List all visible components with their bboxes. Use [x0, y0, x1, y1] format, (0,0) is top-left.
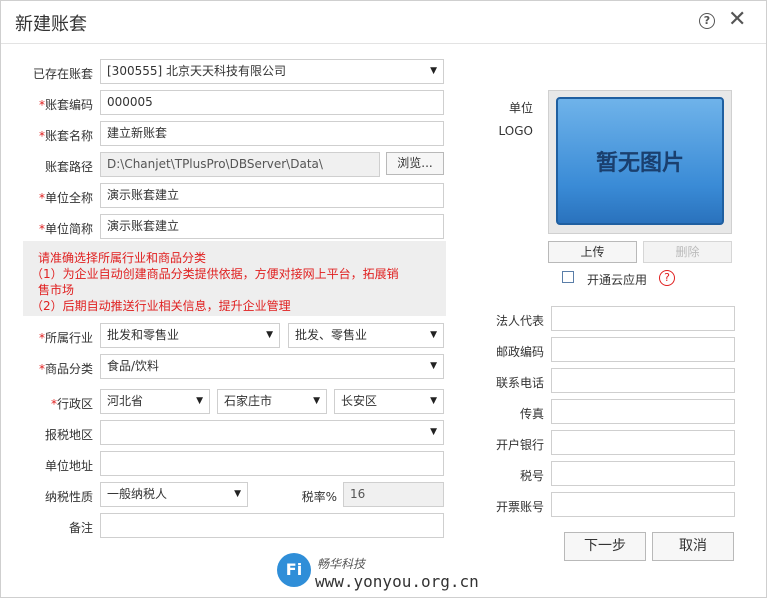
- account-name-label: *账套名称: [38, 129, 93, 143]
- product-category-select[interactable]: 食品/饮料: [100, 354, 444, 379]
- district-value: 长安区: [341, 394, 378, 408]
- close-icon[interactable]: ✕: [728, 7, 746, 33]
- account-path-value: D:\Chanjet\TPlusPro\DBServer\Data\: [107, 157, 323, 171]
- unit-address-input[interactable]: [100, 451, 444, 476]
- city-select[interactable]: 石家庄市: [217, 389, 327, 414]
- tax-nature-label: 纳税性质: [44, 490, 93, 504]
- help-icon[interactable]: ?: [699, 13, 715, 29]
- remark-label: 备注: [68, 521, 93, 535]
- dialog-title: 新建账套: [15, 14, 87, 35]
- unit-shortname-value: 演示账套建立: [107, 219, 180, 233]
- province-value: 河北省: [107, 394, 144, 408]
- watermark-brand: 畅华科技: [317, 557, 366, 571]
- unit-address-label: 单位地址: [44, 459, 93, 473]
- city-value: 石家庄市: [224, 394, 273, 408]
- unit-shortname-label: *单位简称: [38, 222, 93, 236]
- legal-rep-label: 法人代表: [495, 314, 544, 328]
- district-select[interactable]: 长安区: [334, 389, 444, 414]
- tax-nature-select[interactable]: 一般纳税人: [100, 482, 248, 507]
- delete-button[interactable]: 删除: [643, 241, 732, 263]
- invoice-account-input[interactable]: [551, 492, 735, 517]
- tax-number-label: 税号: [519, 469, 544, 483]
- notice-line-1: 请准确选择所属行业和商品分类: [38, 251, 207, 265]
- unit-fullname-label: *单位全称: [38, 191, 93, 205]
- product-category-value: 食品/饮料: [107, 359, 160, 373]
- phone-input[interactable]: [551, 368, 735, 393]
- cloud-app-label: 开通云应用: [587, 273, 648, 287]
- fax-label: 传真: [519, 407, 544, 421]
- product-category-label: *商品分类: [38, 362, 93, 376]
- industry-select-primary[interactable]: 批发和零售业: [100, 323, 280, 348]
- province-select[interactable]: 河北省: [100, 389, 210, 414]
- industry-select-secondary[interactable]: 批发、零售业: [288, 323, 444, 348]
- legal-rep-input[interactable]: [551, 306, 735, 331]
- tax-number-input[interactable]: [551, 461, 735, 486]
- logo-label: LOGO: [498, 124, 533, 138]
- account-path-input[interactable]: D:\Chanjet\TPlusPro\DBServer\Data\: [100, 152, 380, 177]
- logo-placeholder-image: 暂无图片: [556, 97, 724, 225]
- postal-code-label: 邮政编码: [495, 345, 544, 359]
- account-code-value: 000005: [107, 95, 153, 109]
- unit-shortname-input[interactable]: 演示账套建立: [100, 214, 444, 239]
- tax-rate-label: 税率%: [301, 490, 337, 504]
- notice-line-3: 售市场: [38, 283, 75, 297]
- account-code-label: *账套编码: [38, 98, 93, 112]
- tax-region-label: 报税地区: [44, 428, 93, 442]
- fax-input[interactable]: [551, 399, 735, 424]
- existing-account-value: [300555] 北京天天科技有限公司: [107, 64, 286, 78]
- phone-label: 联系电话: [495, 376, 544, 390]
- notice-line-4: （2）后期自动推送行业相关信息，提升企业管理: [31, 299, 291, 313]
- browse-button[interactable]: 浏览...: [386, 152, 444, 175]
- bank-label: 开户银行: [495, 438, 544, 452]
- account-name-input[interactable]: 建立新账套: [100, 121, 444, 146]
- tax-rate-input[interactable]: 16: [343, 482, 444, 507]
- remark-input[interactable]: [100, 513, 444, 538]
- postal-code-input[interactable]: [551, 337, 735, 362]
- tax-region-select[interactable]: [100, 420, 444, 445]
- account-code-input[interactable]: 000005: [100, 90, 444, 115]
- existing-account-label: 已存在账套: [32, 67, 93, 81]
- account-name-value: 建立新账套: [107, 126, 168, 140]
- industry-secondary-value: 批发、零售业: [295, 328, 368, 342]
- industry-primary-value: 批发和零售业: [107, 328, 180, 342]
- cancel-button[interactable]: 取消: [652, 532, 734, 561]
- unit-logo-label: 单位: [508, 101, 533, 115]
- unit-fullname-input[interactable]: 演示账套建立: [100, 183, 444, 208]
- bank-input[interactable]: [551, 430, 735, 455]
- watermark-logo: Fi: [277, 553, 311, 587]
- notice-line-2: （1）为企业自动创建商品分类提供依据，方便对接网上平台，拓展销: [31, 267, 399, 281]
- cloud-help-icon[interactable]: ?: [659, 270, 675, 286]
- industry-notice: 请准确选择所属行业和商品分类 （1）为企业自动创建商品分类提供依据，方便对接网上…: [23, 241, 446, 316]
- tax-rate-value: 16: [350, 487, 366, 501]
- watermark-url: www.yonyou.org.cn: [315, 572, 479, 591]
- account-path-label: 账套路径: [44, 160, 93, 174]
- cloud-app-checkbox[interactable]: [562, 271, 574, 283]
- logo-placeholder-text: 暂无图片: [595, 151, 684, 176]
- upload-button[interactable]: 上传: [548, 241, 637, 263]
- next-step-button[interactable]: 下一步: [564, 532, 646, 561]
- tax-nature-value: 一般纳税人: [107, 487, 168, 501]
- invoice-account-label: 开票账号: [495, 500, 544, 514]
- existing-account-select[interactable]: [300555] 北京天天科技有限公司: [100, 59, 444, 84]
- logo-preview: 暂无图片: [548, 90, 732, 234]
- header-divider: [1, 43, 766, 44]
- new-account-dialog: 新建账套 ? ✕ 已存在账套 [300555] 北京天天科技有限公司 *账套编码…: [0, 0, 767, 598]
- unit-fullname-value: 演示账套建立: [107, 188, 180, 202]
- industry-label: *所属行业: [38, 331, 93, 345]
- region-label: *行政区: [50, 397, 93, 411]
